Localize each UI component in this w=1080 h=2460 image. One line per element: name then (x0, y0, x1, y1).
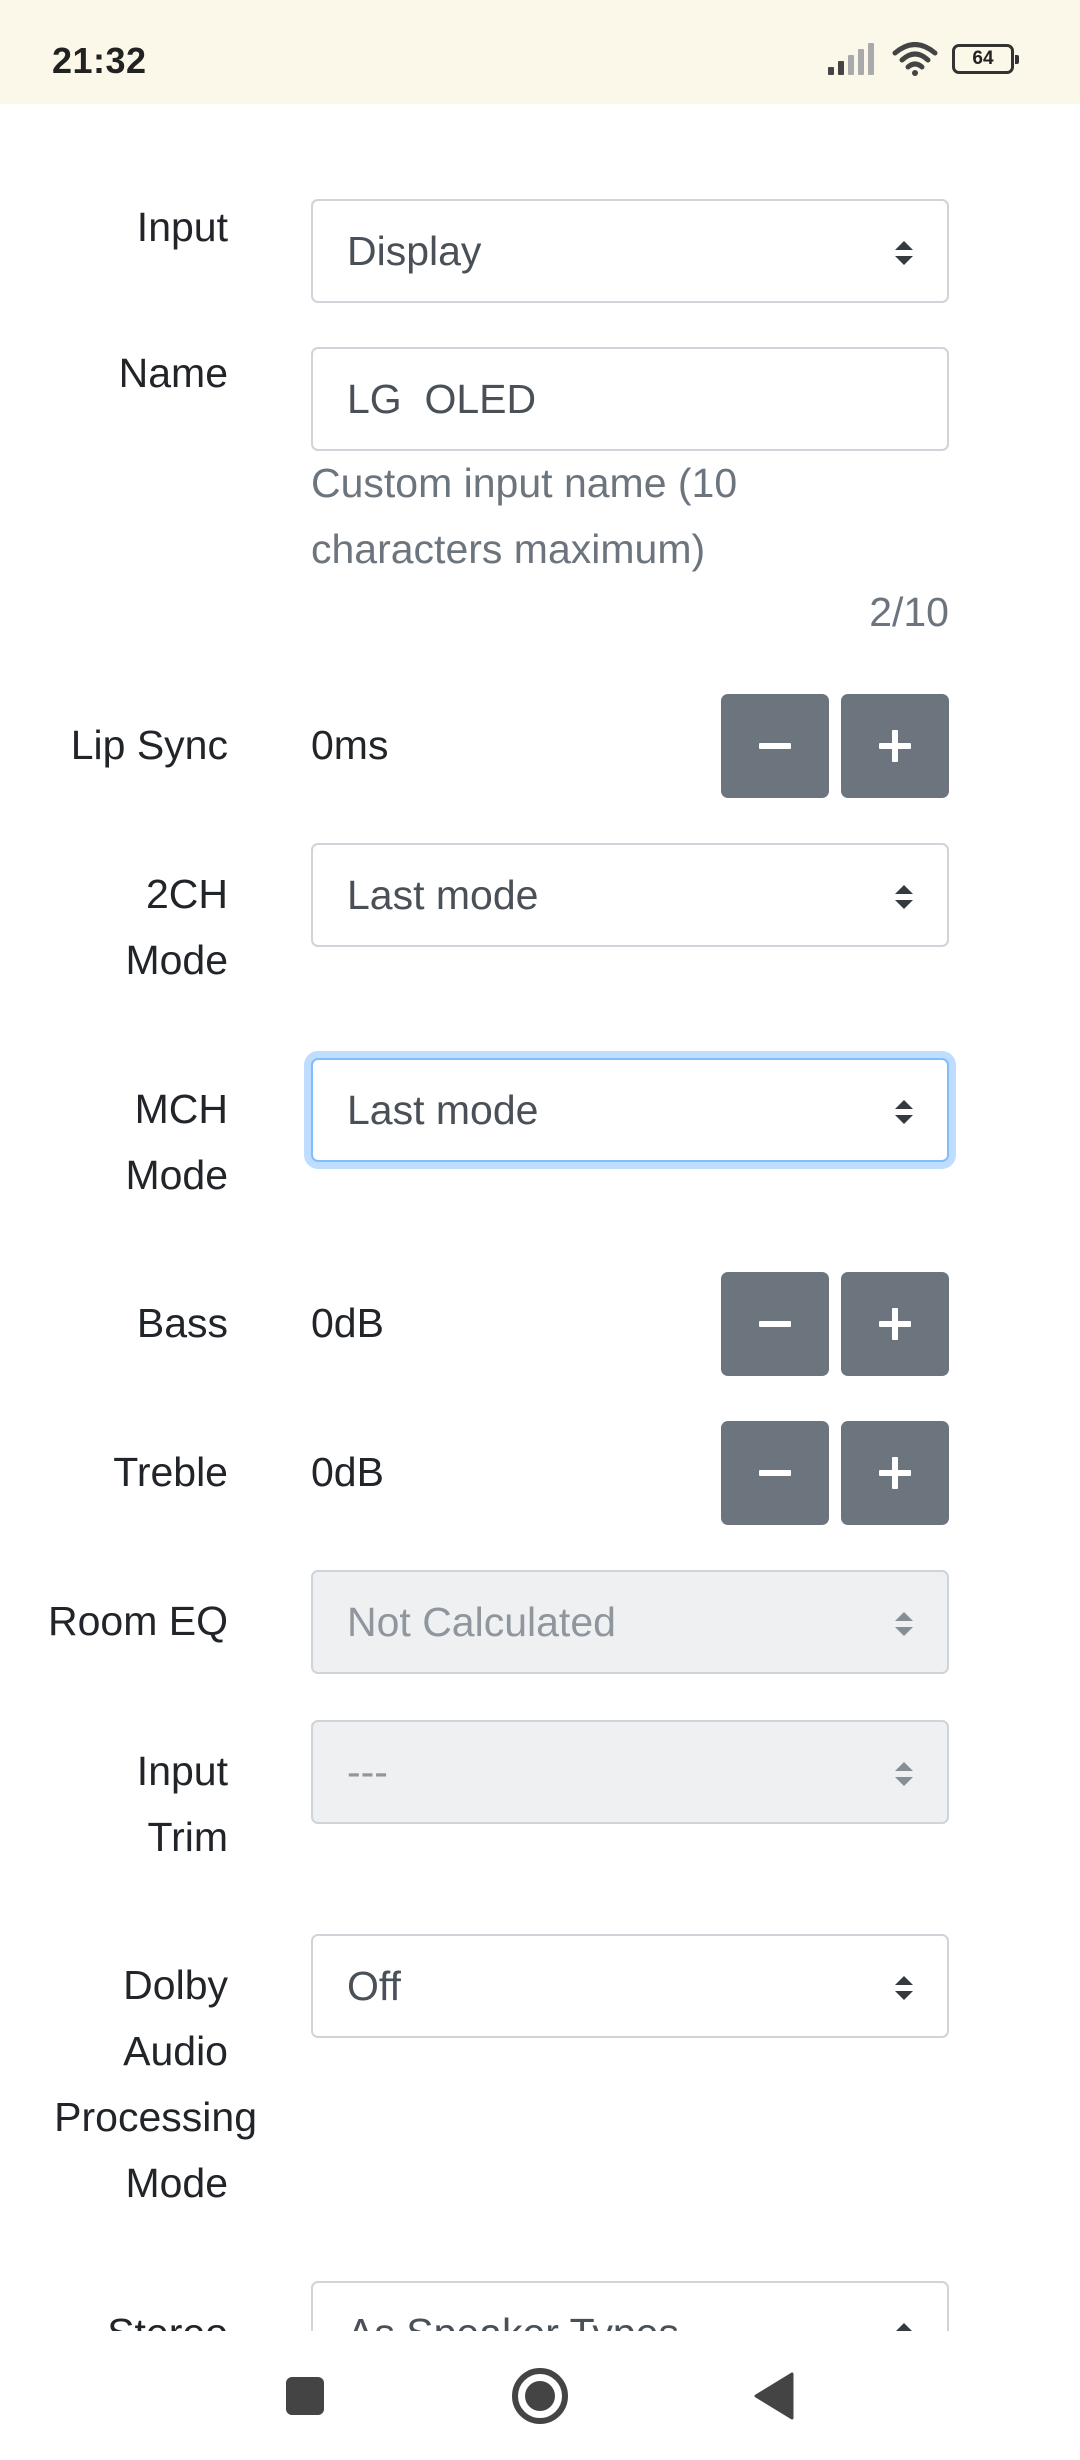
2ch-mode-select-value: Last mode (347, 872, 539, 918)
input-trim-label-line2: Trim (147, 1814, 228, 1860)
recent-apps-icon (286, 2377, 324, 2415)
dolby-mode-select-value: Off (347, 1963, 401, 2009)
stereo-select[interactable]: As Speaker Types (311, 2281, 949, 2331)
minus-icon (759, 743, 791, 749)
treble-decrease-button[interactable] (721, 1421, 829, 1525)
dolby-mode-label-line3: Processing (54, 2094, 257, 2140)
battery-level: 64 (972, 48, 994, 69)
wifi-icon (892, 42, 938, 76)
2ch-mode-label: 2CH Mode (0, 861, 228, 993)
select-arrows-icon (895, 241, 913, 265)
home-icon (512, 2368, 568, 2424)
minus-icon (759, 1470, 791, 1476)
status-icons: 64 (828, 42, 1019, 76)
select-arrows-icon (895, 1612, 913, 1636)
status-time: 21:32 (52, 40, 147, 81)
room-eq-select-value: Not Calculated (347, 1599, 616, 1645)
select-arrows-icon (895, 1976, 913, 2000)
2ch-mode-label-line1: 2CH (145, 871, 228, 917)
name-char-counter: 2/10 (869, 589, 949, 635)
navigation-bar (0, 2331, 1080, 2460)
room-eq-label: Room EQ (48, 1598, 228, 1644)
battery-icon: 64 (952, 44, 1019, 74)
treble-increase-button[interactable] (841, 1421, 949, 1525)
stereo-label: Stereo (0, 2300, 228, 2331)
select-arrows-icon (896, 2323, 912, 2331)
name-input-value: LG OLED (347, 376, 537, 422)
treble-label: Treble (113, 1449, 228, 1495)
treble-value: 0dB (311, 1449, 384, 1495)
back-icon (754, 2372, 794, 2420)
plus-icon (879, 1457, 911, 1489)
home-button[interactable] (505, 2361, 575, 2431)
bass-increase-button[interactable] (841, 1272, 949, 1376)
input-select-value: Display (347, 228, 482, 274)
mch-mode-label-line2: Mode (125, 1152, 228, 1198)
plus-icon (879, 730, 911, 762)
input-settings-form: Input Display Name LG OLED Custom input … (0, 104, 1080, 2331)
lip-sync-decrease-button[interactable] (721, 694, 829, 798)
input-trim-label: Input Trim (0, 1738, 228, 1870)
bass-decrease-button[interactable] (721, 1272, 829, 1376)
stereo-select-value: As Speaker Types (347, 2310, 679, 2331)
signal-icon (828, 43, 874, 75)
dolby-mode-select[interactable]: Off (311, 1934, 949, 2038)
select-arrows-icon (895, 885, 913, 909)
name-help-text: Custom input name (10 characters maximum… (311, 460, 738, 572)
mch-mode-select-value: Last mode (347, 1087, 539, 1133)
mch-mode-label: MCH Mode (0, 1076, 228, 1208)
2ch-mode-select[interactable]: Last mode (311, 843, 949, 947)
dolby-mode-label-line1: Dolby (123, 1962, 228, 2008)
plus-icon (879, 1308, 911, 1340)
2ch-mode-label-line2: Mode (125, 937, 228, 983)
input-label: Input (136, 204, 228, 250)
mch-mode-select[interactable]: Last mode (311, 1058, 949, 1162)
select-arrows-icon (895, 1762, 913, 1786)
lip-sync-value: 0ms (311, 722, 389, 768)
dolby-mode-label-line2: Audio (123, 2028, 228, 2074)
bass-value: 0dB (311, 1300, 384, 1346)
lip-sync-label: Lip Sync (70, 722, 228, 768)
input-trim-select: --- (311, 1720, 949, 1824)
name-label: Name (118, 350, 228, 396)
back-button[interactable] (740, 2361, 810, 2431)
lip-sync-increase-button[interactable] (841, 694, 949, 798)
recent-apps-button[interactable] (270, 2361, 340, 2431)
name-input[interactable]: LG OLED (311, 347, 949, 451)
bass-label: Bass (136, 1300, 228, 1346)
input-trim-select-value: --- (347, 1749, 388, 1795)
input-select[interactable]: Display (311, 199, 949, 303)
room-eq-select: Not Calculated (311, 1570, 949, 1674)
input-trim-label-line1: Input (136, 1748, 228, 1794)
dolby-mode-label-line4: Mode (125, 2160, 228, 2206)
select-arrows-icon (895, 1100, 913, 1124)
dolby-mode-label: Dolby Audio Processing Mode (0, 1952, 257, 2216)
status-bar: 21:32 64 (0, 0, 1080, 104)
minus-icon (759, 1321, 791, 1327)
mch-mode-label-line1: MCH (134, 1086, 228, 1132)
